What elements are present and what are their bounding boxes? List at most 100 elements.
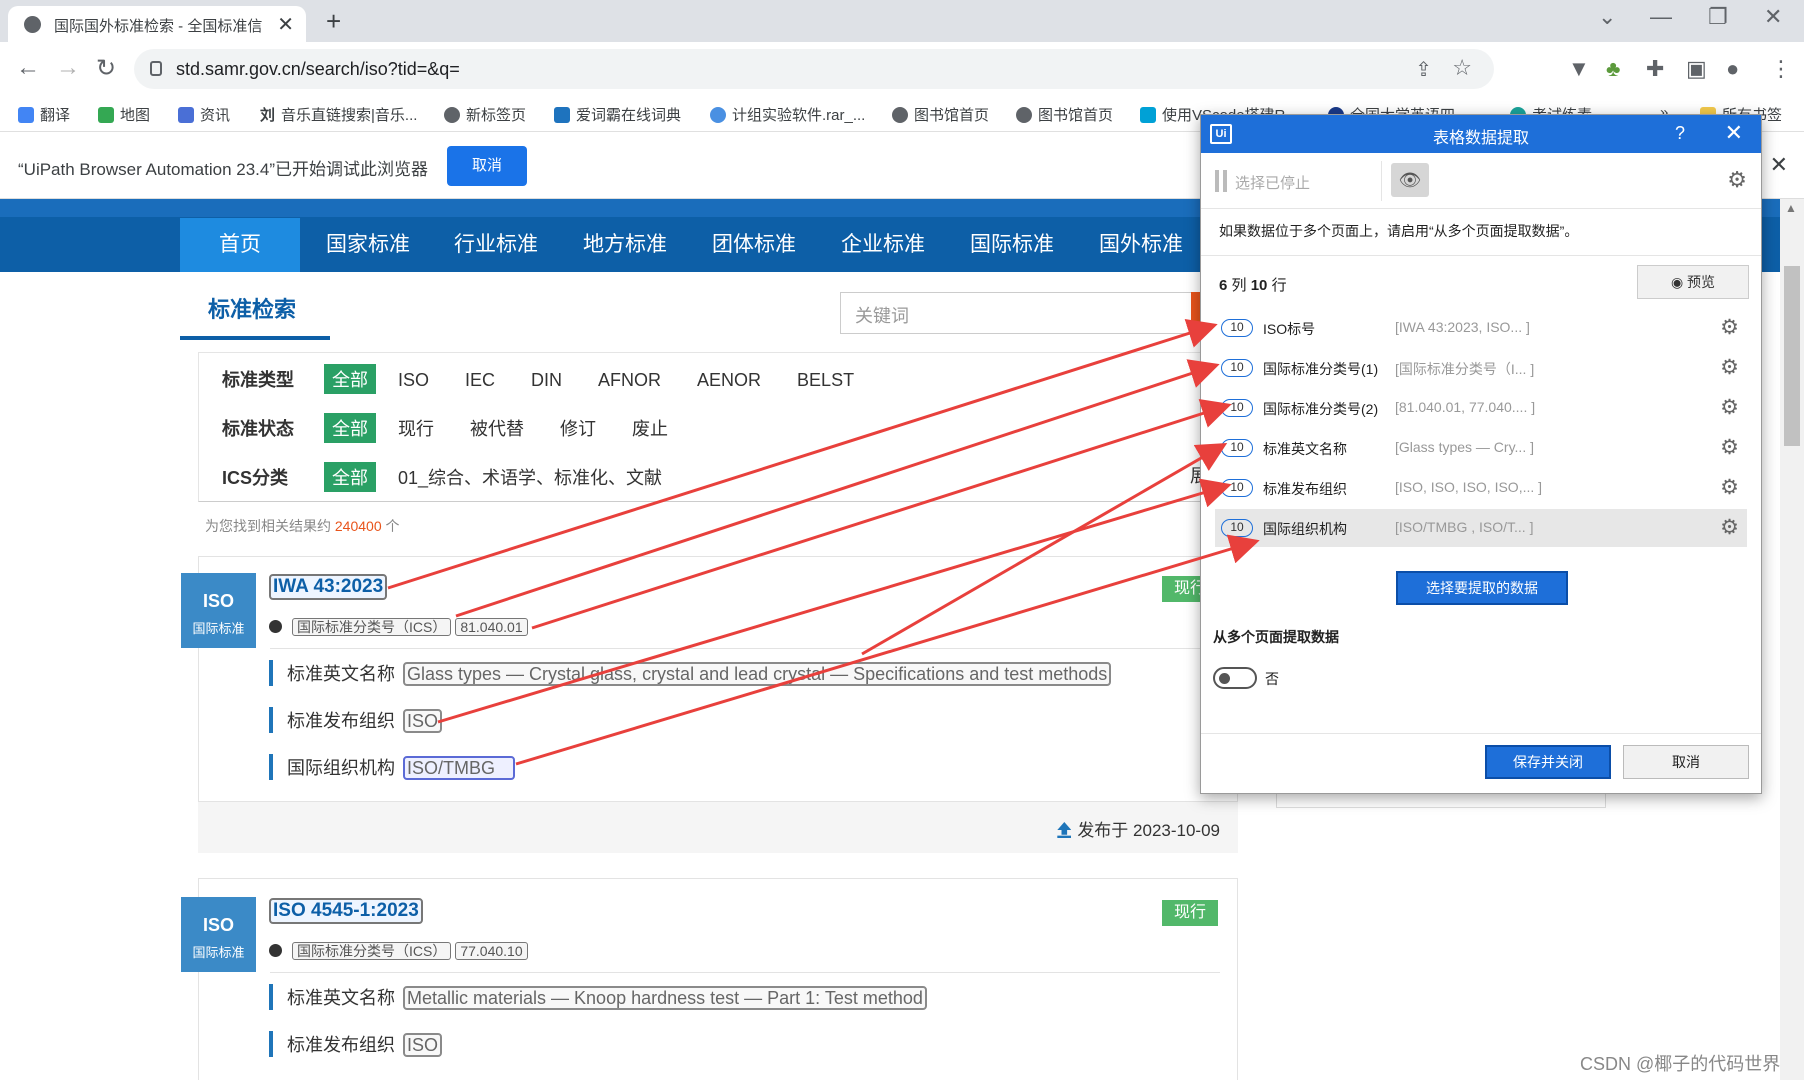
filter-all-tag[interactable]: 全部 xyxy=(324,462,376,492)
standard-number-link[interactable]: IWA 43:2023 xyxy=(269,574,388,600)
filter-all-tag[interactable]: 全部 xyxy=(324,364,376,394)
bookmark-item[interactable]: 爱词霸在线词典 xyxy=(554,104,681,125)
bookmark-item[interactable]: 翻译 xyxy=(18,104,70,125)
back-icon[interactable]: ← xyxy=(16,54,40,82)
nav-group[interactable]: 团体标准 xyxy=(694,218,814,272)
forward-icon[interactable]: → xyxy=(56,54,80,82)
bookmark-item[interactable]: 图书馆首页 xyxy=(892,104,989,125)
nav-industry[interactable]: 行业标准 xyxy=(436,218,556,272)
infobar-cancel-button[interactable]: 取消 xyxy=(447,146,527,186)
standard-number-link[interactable]: ISO 4545-1:2023 xyxy=(269,898,423,924)
dialog-cancel-button[interactable]: 取消 xyxy=(1623,745,1749,779)
close-tab-icon[interactable]: ✕ xyxy=(277,12,294,37)
dialog-close-icon[interactable]: ✕ xyxy=(1725,120,1743,146)
column-sample: [Glass types — Cry... ] xyxy=(1395,439,1534,455)
filter-option[interactable]: 被代替 xyxy=(470,415,524,441)
bookmark-item[interactable]: 计组实验软件.rar_... xyxy=(710,104,865,125)
filter-option[interactable]: ISO xyxy=(398,370,429,391)
nav-local[interactable]: 地方标准 xyxy=(565,218,685,272)
bookmark-item[interactable]: 新标签页 xyxy=(444,104,526,125)
divider xyxy=(270,648,1220,649)
window-close-icon[interactable]: ✕ xyxy=(1764,4,1782,30)
settings-gear-icon[interactable]: ⚙ xyxy=(1727,167,1747,193)
bookmark-item[interactable]: 地图 xyxy=(98,104,150,125)
column-row[interactable]: 10 国际标准分类号(1) [国际标准分类号（I... ] ⚙ xyxy=(1215,349,1747,387)
column-name: 国际标准分类号(2) xyxy=(1263,401,1379,417)
filter-all-tag[interactable]: 全部 xyxy=(324,413,376,443)
new-tab-icon[interactable]: + xyxy=(326,6,341,37)
bookmark-label: 音乐直链搜索|音乐... xyxy=(281,107,418,124)
keyword-search-input[interactable]: 关键词 xyxy=(840,292,1203,334)
column-name: 国际标准分类号(1) xyxy=(1263,361,1379,377)
nav-foreign[interactable]: 国外标准 xyxy=(1081,218,1201,272)
nav-home[interactable]: 首页 xyxy=(180,218,300,272)
help-icon[interactable]: ? xyxy=(1675,123,1685,144)
eye-toggle-icon[interactable]: 👁 xyxy=(1391,163,1429,197)
ics-value[interactable]: 81.040.01 xyxy=(455,618,528,636)
column-sample: [ISO, ISO, ISO, ISO,... ] xyxy=(1395,479,1543,495)
filter-option[interactable]: IEC xyxy=(465,370,495,391)
search-title[interactable]: 标准检索 xyxy=(208,292,296,324)
extensions-puzzle-icon[interactable]: ✚ xyxy=(1646,56,1664,82)
column-settings-icon[interactable]: ⚙ xyxy=(1720,515,1739,540)
filter-option[interactable]: BELST xyxy=(797,370,854,391)
filter-option[interactable]: 现行 xyxy=(398,415,434,441)
restore-icon[interactable]: ❐ xyxy=(1708,4,1728,30)
minimize-icon[interactable]: — xyxy=(1650,4,1672,30)
column-count: 6 xyxy=(1219,277,1228,294)
extension-v-icon[interactable]: ▼ xyxy=(1568,56,1590,82)
filter-label: 标准状态 xyxy=(222,419,294,439)
column-settings-icon[interactable]: ⚙ xyxy=(1720,395,1739,420)
field-value: Glass types — Crystal glass, crystal and… xyxy=(403,662,1112,686)
standard-badge: ISO 国际标准 xyxy=(181,897,256,972)
bookmark-item[interactable]: 资讯 xyxy=(178,104,230,125)
infobar-close-icon[interactable]: ✕ xyxy=(1770,152,1788,178)
browser-tab[interactable]: 国际国外标准检索 - 全国标准信 ✕ xyxy=(8,6,306,42)
nav-national[interactable]: 国家标准 xyxy=(308,218,428,272)
column-count-badge: 10 xyxy=(1221,319,1253,337)
column-settings-icon[interactable]: ⚙ xyxy=(1720,435,1739,460)
column-row[interactable]: 10 国际标准分类号(2) [81.040.01, 77.040.... ] ⚙ xyxy=(1215,389,1747,427)
column-settings-icon[interactable]: ⚙ xyxy=(1720,315,1739,340)
multi-page-toggle[interactable] xyxy=(1213,667,1257,689)
ics-value[interactable]: 77.040.10 xyxy=(455,942,528,960)
filter-label: 标准类型 xyxy=(222,370,294,390)
nav-enterprise[interactable]: 企业标准 xyxy=(823,218,943,272)
bookmark-item[interactable]: 刘音乐直链搜索|音乐... xyxy=(260,104,417,125)
column-settings-icon[interactable]: ⚙ xyxy=(1720,355,1739,380)
scrollbar-thumb[interactable] xyxy=(1784,266,1800,446)
filter-option[interactable]: AFNOR xyxy=(598,370,661,391)
filter-option[interactable]: 废止 xyxy=(632,415,668,441)
column-row[interactable]: 10 标准英文名称 [Glass types — Cry... ] ⚙ xyxy=(1215,429,1747,467)
filter-option[interactable]: DIN xyxy=(531,370,562,391)
bookmark-label: 爱词霸在线词典 xyxy=(576,107,682,124)
save-and-close-button[interactable]: 保存并关闭 xyxy=(1485,745,1611,779)
nav-international[interactable]: 国际标准 xyxy=(952,218,1072,272)
address-bar[interactable]: std.samr.gov.cn/search/iso?tid=&q= ⇪ ☆ xyxy=(134,49,1494,89)
menu-kebab-icon[interactable]: ⋮ xyxy=(1770,56,1792,82)
toggle-knob xyxy=(1219,673,1230,684)
extension-bike-icon[interactable]: ♣ xyxy=(1606,56,1620,82)
column-count-badge: 10 xyxy=(1221,399,1253,417)
globe-icon xyxy=(444,106,460,123)
filter-option[interactable]: 修订 xyxy=(560,415,596,441)
select-data-button[interactable]: 选择要提取的数据 xyxy=(1396,571,1568,605)
field-label: 标准英文名称 xyxy=(287,988,395,1008)
profile-avatar-icon[interactable]: ● xyxy=(1726,56,1739,82)
badge-subtitle: 国际标准 xyxy=(192,945,245,960)
filter-option[interactable]: 01_综合、术语学、标准化、文献 xyxy=(398,464,662,490)
column-settings-icon[interactable]: ⚙ xyxy=(1720,475,1739,500)
tab-search-icon[interactable]: ⌄ xyxy=(1598,4,1616,30)
bookmark-item[interactable]: 图书馆首页 xyxy=(1016,104,1113,125)
side-panel-icon[interactable]: ▣ xyxy=(1686,56,1707,82)
preview-button[interactable]: ◉ 预览 xyxy=(1637,265,1749,299)
column-row[interactable]: 10 ISO标号 [IWA 43:2023, ISO... ] ⚙ xyxy=(1215,309,1747,347)
search-placeholder: 关键词 xyxy=(855,306,909,326)
column-row[interactable]: 10 标准发布组织 [ISO, ISO, ISO, ISO,... ] ⚙ xyxy=(1215,469,1747,507)
filter-option[interactable]: AENOR xyxy=(697,370,761,391)
reload-icon[interactable]: ↻ xyxy=(96,54,116,83)
share-icon[interactable]: ⇪ xyxy=(1415,57,1432,82)
column-row-selected[interactable]: 10 国际组织机构 [ISO/TMBG , ISO/T... ] ⚙ xyxy=(1215,509,1747,547)
bookmark-star-icon[interactable]: ☆ xyxy=(1452,55,1472,81)
scroll-up-icon[interactable]: ▲ xyxy=(1785,201,1797,215)
